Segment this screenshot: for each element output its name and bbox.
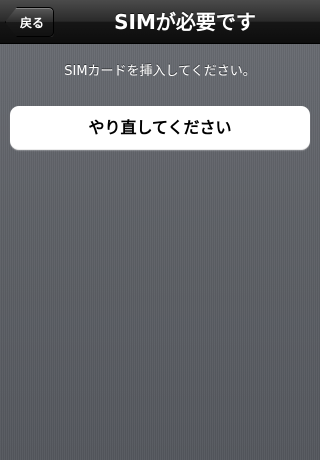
back-button[interactable]: 戻る xyxy=(5,7,55,37)
retry-button[interactable]: やり直してください xyxy=(10,106,310,150)
navigation-bar: 戻る SIMが必要です xyxy=(0,0,320,44)
instruction-message: SIMカードを挿入してください。 xyxy=(64,64,256,79)
page-title: SIMが必要です xyxy=(114,10,256,34)
